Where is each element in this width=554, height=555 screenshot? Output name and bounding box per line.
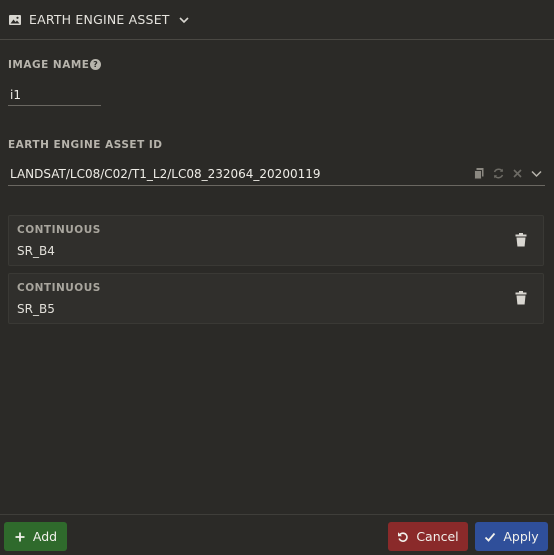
add-button[interactable]: Add <box>4 522 67 551</box>
section-title: EARTH ENGINE ASSET <box>29 12 170 27</box>
band-card[interactable]: CONTINUOUS SR_B5 <box>8 273 544 324</box>
apply-button[interactable]: Apply <box>475 522 548 551</box>
clear-icon[interactable] <box>511 167 524 180</box>
image-icon <box>8 13 22 27</box>
cancel-button[interactable]: Cancel <box>388 522 468 551</box>
cancel-label: Cancel <box>416 529 459 544</box>
band-card[interactable]: CONTINUOUS SR_B4 <box>8 215 544 266</box>
footer-bar: Add Cancel Apply <box>0 514 554 555</box>
asset-id-actions <box>473 167 543 180</box>
band-type: CONTINUOUS <box>17 282 101 294</box>
plus-icon <box>14 531 26 543</box>
chevron-down-icon[interactable] <box>530 167 543 180</box>
help-icon[interactable]: ? <box>90 59 101 70</box>
band-name: SR_B4 <box>17 244 55 258</box>
asset-id-value[interactable]: LANDSAT/LC08/C02/T1_L2/LC08_232064_20200… <box>10 167 321 181</box>
chevron-down-icon[interactable] <box>178 14 190 26</box>
trash-icon[interactable] <box>515 291 527 305</box>
trash-icon[interactable] <box>515 233 527 247</box>
band-name: SR_B5 <box>17 302 55 316</box>
earth-engine-asset-panel: EARTH ENGINE ASSET IMAGE NAME ? EARTH EN… <box>0 0 554 555</box>
refresh-icon[interactable] <box>492 167 505 180</box>
check-icon <box>484 531 496 543</box>
apply-label: Apply <box>503 529 539 544</box>
asset-id-field[interactable]: LANDSAT/LC08/C02/T1_L2/LC08_232064_20200… <box>8 164 545 186</box>
add-label: Add <box>32 529 58 544</box>
band-type: CONTINUOUS <box>17 224 101 236</box>
copy-icon[interactable] <box>473 167 486 180</box>
asset-id-label: EARTH ENGINE ASSET ID <box>8 139 163 151</box>
section-header[interactable]: EARTH ENGINE ASSET <box>0 0 554 40</box>
undo-icon <box>397 531 409 543</box>
image-name-input[interactable] <box>8 84 101 106</box>
image-name-label: IMAGE NAME <box>8 59 90 71</box>
